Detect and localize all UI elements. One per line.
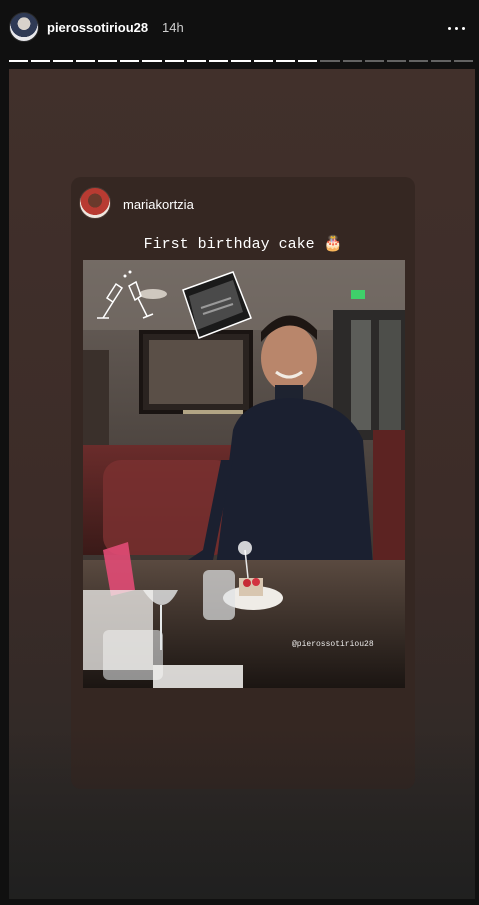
progress-segment[interactable] — [409, 60, 429, 62]
timestamp: 14h — [162, 20, 184, 35]
progress-segment[interactable] — [75, 60, 95, 62]
username[interactable]: pierossotiriou28 — [47, 20, 148, 35]
progress-segment[interactable] — [364, 60, 384, 62]
progress-segment[interactable] — [53, 60, 73, 62]
progress-segment[interactable] — [120, 60, 140, 62]
photo-watermark: @pierossotiriou28 — [292, 640, 374, 649]
progress-segment[interactable] — [386, 60, 407, 62]
progress-segment[interactable] — [97, 60, 118, 62]
photo-scene — [83, 260, 405, 688]
progress-segment[interactable] — [453, 60, 473, 62]
progress-segment[interactable] — [342, 60, 362, 62]
progress-segment[interactable] — [31, 60, 51, 62]
progress-segment[interactable] — [142, 60, 162, 62]
progress-segment[interactable] — [275, 60, 296, 62]
story-progress-bar — [9, 60, 473, 62]
more-options-button[interactable] — [442, 18, 470, 38]
progress-segment[interactable] — [253, 60, 273, 62]
card-avatar[interactable] — [79, 187, 111, 219]
progress-segment[interactable] — [186, 60, 207, 62]
reshared-post-card[interactable]: mariakortzia First birthday cake 🎂 @pier… — [71, 177, 415, 789]
progress-segment[interactable] — [209, 60, 229, 62]
progress-segment[interactable] — [164, 60, 184, 62]
story-header: pierossotiriou28 14h — [0, 0, 479, 56]
progress-segment[interactable] — [320, 60, 340, 62]
progress-segment[interactable] — [298, 60, 318, 62]
story-media[interactable]: mariakortzia First birthday cake 🎂 @pier… — [9, 69, 475, 899]
card-caption: First birthday cake 🎂 — [143, 236, 343, 253]
post-photo: @pierossotiriou28 — [83, 260, 405, 688]
progress-segment[interactable] — [231, 60, 251, 62]
progress-segment[interactable] — [9, 60, 29, 62]
more-horizontal-icon — [447, 26, 451, 30]
progress-segment[interactable] — [431, 60, 451, 62]
card-username[interactable]: mariakortzia — [123, 197, 194, 212]
story-viewer[interactable]: pierossotiriou28 14h mariakortzia First … — [0, 0, 479, 905]
avatar[interactable] — [9, 12, 39, 42]
